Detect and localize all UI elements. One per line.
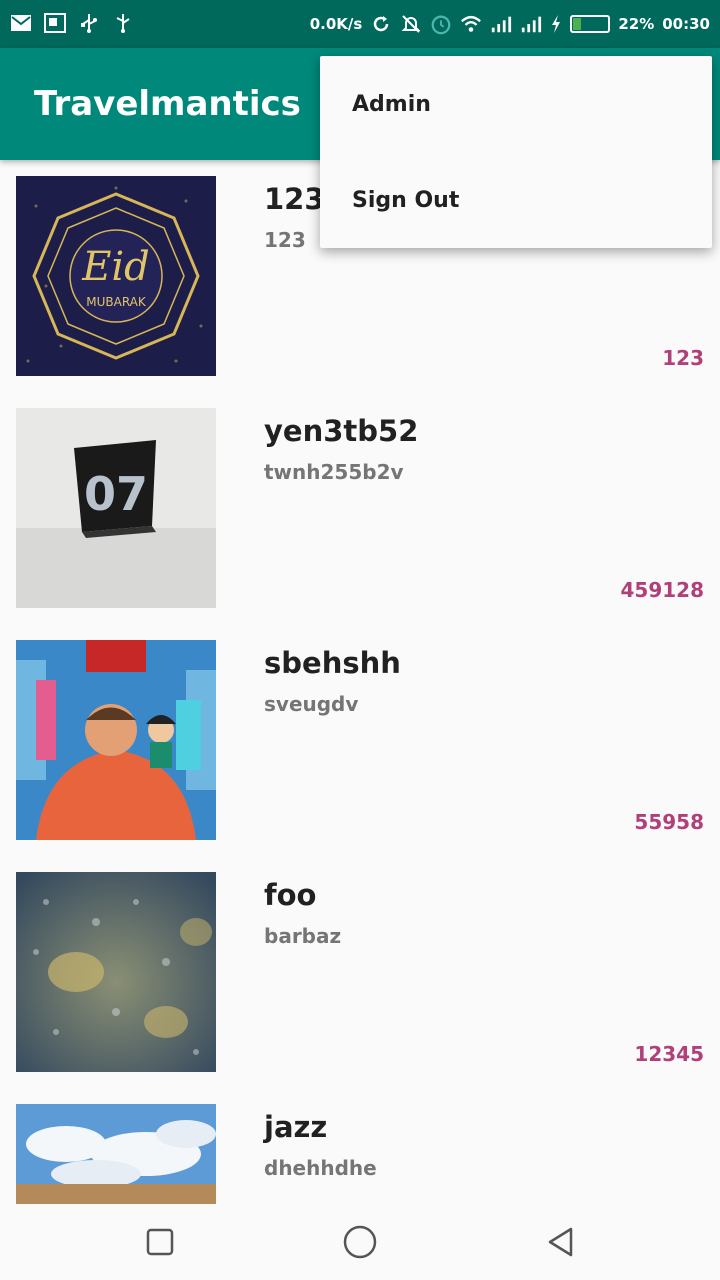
deal-description: twnh255b2v [264,460,404,484]
recents-button[interactable] [140,1222,180,1262]
number-07-card-image: 07 [16,408,216,608]
back-button[interactable] [540,1222,580,1262]
deal-title: yen3tb52 [264,414,419,448]
ralph-breaks-internet-poster-image [16,640,216,840]
menu-item-sign-out[interactable]: Sign Out [320,152,712,248]
deal-title: sbehshh [264,646,401,680]
circle-icon [343,1225,377,1259]
app-title: Travelmantics [34,84,301,124]
overflow-menu: Admin Sign Out [320,56,712,248]
home-button[interactable] [340,1222,380,1262]
deal-price: 459128 [620,578,705,602]
deal-price: 123 [662,346,704,370]
sky-clouds-image [16,1104,216,1204]
deal-price: 12345 [634,1042,704,1066]
usb-icon [78,12,100,34]
wifi-icon [460,13,482,35]
deal-list[interactable]: Eid MUBARAK 123 123 123 07 yen3tb52 twnh… [0,160,720,1204]
svg-text:07: 07 [84,467,148,521]
mail-icon [10,12,32,34]
list-item[interactable]: jazz dhehhdhe [0,1088,720,1204]
deal-description: barbaz [264,924,342,948]
list-item[interactable]: sbehshh sveugdv 55958 [0,624,720,856]
deal-description: dhehhdhe [264,1156,377,1180]
usb-debug-icon [112,12,134,34]
clock: 00:30 [662,15,710,33]
charging-icon [550,13,562,35]
signal-icon [520,13,542,35]
signal-icon [490,13,512,35]
deal-title: foo [264,878,317,912]
deal-description: sveugdv [264,692,359,716]
status-bar: 0.0K/s 22% 00:30 [0,0,720,48]
deal-title: 123 [264,182,325,216]
back-triangle-icon [548,1227,573,1257]
battery-percent: 22% [618,15,655,33]
svg-text:MUBARAK: MUBARAK [86,295,147,309]
list-item[interactable]: 07 yen3tb52 twnh255b2v 459128 [0,392,720,624]
screenshot-icon [44,12,66,34]
eid-mubarak-image: Eid MUBARAK [16,176,216,376]
deal-price: 55958 [634,810,704,834]
square-icon [146,1228,174,1256]
battery-icon [570,15,611,33]
alarm-icon [430,13,452,35]
list-item[interactable]: foo barbaz 12345 [0,856,720,1088]
deal-title: jazz [264,1110,328,1144]
water-droplets-image [16,872,216,1072]
navigation-bar [0,1204,720,1280]
network-speed: 0.0K/s [309,15,363,33]
sync-icon [370,13,392,35]
svg-text:Eid: Eid [81,244,150,290]
menu-item-admin[interactable]: Admin [320,56,712,152]
mute-icon [400,13,422,35]
deal-description: 123 [264,228,306,252]
